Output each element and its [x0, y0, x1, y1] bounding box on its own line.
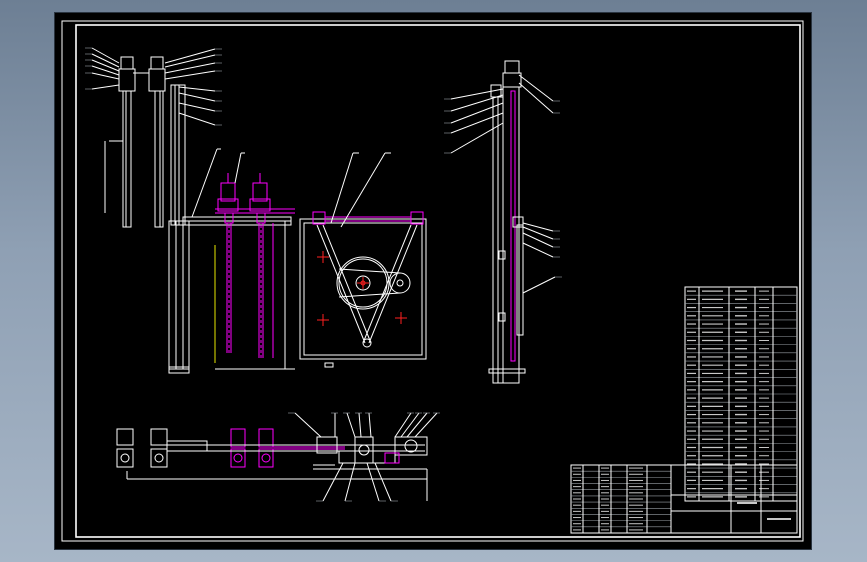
cad-drawing [61, 20, 804, 542]
outer-border [61, 20, 804, 542]
front-elevation [168, 148, 295, 374]
side-elevation-right [444, 60, 562, 384]
plan-view [116, 412, 440, 502]
side-elevation-left [85, 47, 222, 228]
drawing-sheet [55, 13, 811, 549]
tank-assembly [299, 152, 427, 368]
title-block [570, 464, 798, 534]
parts-list-table [684, 286, 798, 502]
